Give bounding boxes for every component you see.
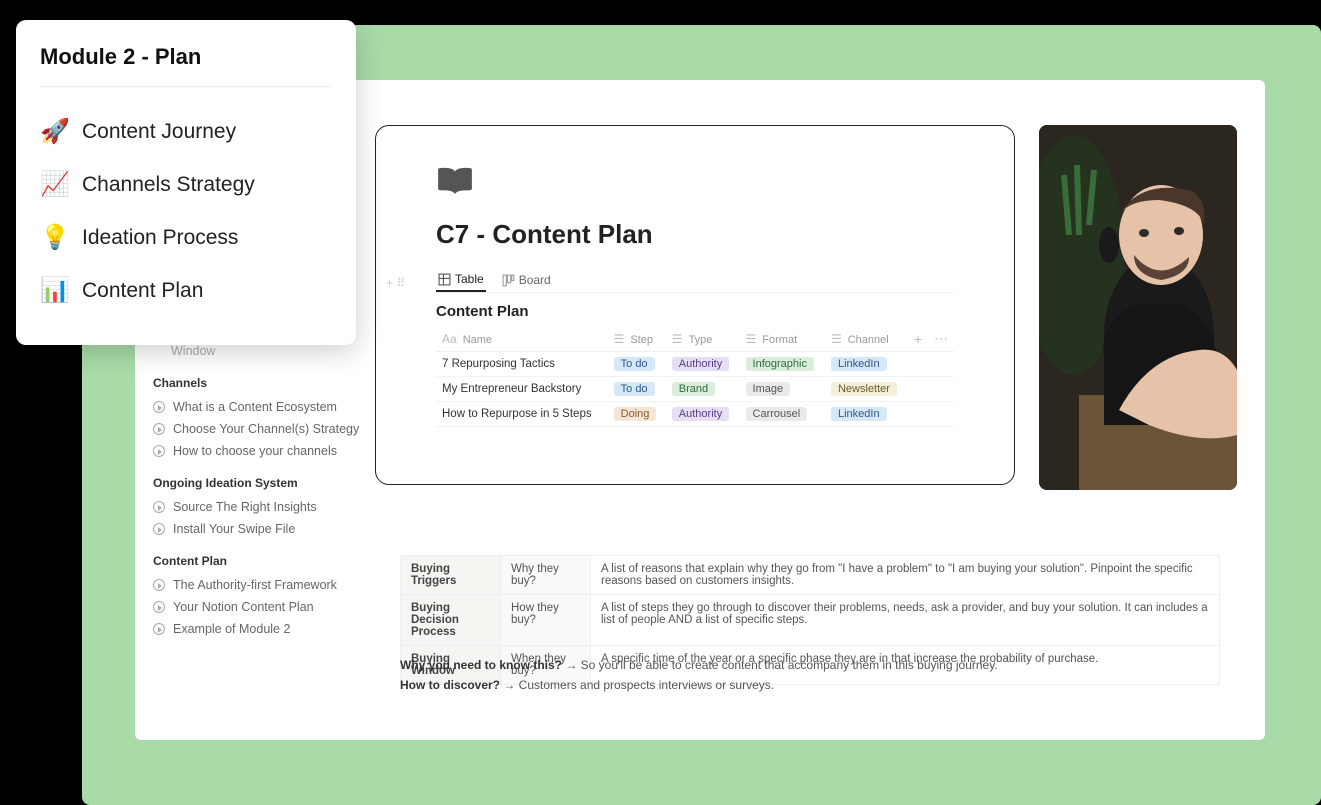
sidebar-item-label: Window [171, 344, 215, 358]
sidebar-item-label: The Authority-first Framework [173, 578, 337, 592]
popup-title: Module 2 - Plan [40, 44, 332, 87]
cell-name: 7 Repurposing Tactics [436, 352, 608, 377]
sidebar-item[interactable]: What is a Content Ecosystem [153, 396, 373, 418]
col-name[interactable]: AaName [436, 326, 608, 352]
info-desc: A list of steps they go through to disco… [591, 595, 1220, 646]
sidebar-group-title: Ongoing Ideation System [153, 476, 373, 490]
sidebar-item[interactable]: How to choose your channels [153, 440, 373, 462]
popup-item[interactable]: 💡 Ideation Process [40, 211, 332, 264]
sidebar-item-label: Example of Module 2 [173, 622, 290, 636]
tab-label: Board [519, 273, 551, 287]
add-column[interactable]: + [908, 326, 928, 352]
play-icon [153, 579, 165, 591]
add-block-handle[interactable]: + ⠿ [386, 276, 405, 290]
info-heading: Buying Triggers [401, 556, 501, 595]
module-popup: Module 2 - Plan 🚀 Content Journey 📈 Channel… [16, 20, 356, 345]
popup-item-icon: 🚀 [40, 117, 68, 146]
card-title: C7 - Content Plan [436, 219, 954, 250]
sidebar-item-label: Your Notion Content Plan [173, 600, 314, 614]
why-line-1: Why you need to know this? → So you'll b… [400, 658, 998, 672]
cell-type: Authority [666, 402, 740, 427]
play-icon [153, 423, 165, 435]
info-heading: Buying Decision Process [401, 595, 501, 646]
cell-format: Image [740, 377, 825, 402]
cell-type: Brand [666, 377, 740, 402]
sidebar-item[interactable]: The Authority-first Framework [153, 574, 373, 596]
book-icon [436, 166, 474, 196]
table-row[interactable]: 7 Repurposing Tactics To do Authority In… [436, 352, 954, 377]
popup-item-icon: 📈 [40, 170, 68, 199]
cell-format: Carrousel [740, 402, 825, 427]
tab-board[interactable]: Board [500, 268, 553, 292]
cell-step: Doing [608, 402, 666, 427]
sidebar-item-label: What is a Content Ecosystem [173, 400, 337, 414]
cell-channel: Newsletter [825, 377, 908, 402]
cell-channel: LinkedIn [825, 402, 908, 427]
cell-step: To do [608, 352, 666, 377]
sidebar-item-label: Source The Right Insights [173, 500, 317, 514]
sidebar-item[interactable]: Source The Right Insights [153, 496, 373, 518]
tab-label: Table [455, 272, 484, 286]
play-icon [153, 601, 165, 613]
sidebar-item[interactable]: Example of Module 2 [153, 618, 373, 640]
view-tabs: Table Board [436, 268, 954, 293]
table-icon [438, 273, 451, 286]
cell-format: Infographic [740, 352, 825, 377]
popup-item[interactable]: 🚀 Content Journey [40, 105, 332, 158]
content-plan-table: AaName ☰Step ☰Type ☰Format ☰Channel + ⋯ … [436, 326, 954, 427]
popup-item-label: Content Plan [82, 279, 203, 303]
play-icon [153, 401, 165, 413]
popup-item-icon: 💡 [40, 223, 68, 252]
info-desc: A list of reasons that explain why they … [591, 556, 1220, 595]
popup-item-label: Channels Strategy [82, 173, 255, 197]
popup-item[interactable]: 📊 Content Plan [40, 264, 332, 317]
play-icon [153, 523, 165, 535]
sidebar-item[interactable]: Your Notion Content Plan [153, 596, 373, 618]
plan-subtitle: Content Plan [436, 303, 954, 320]
popup-item[interactable]: 📈 Channels Strategy [40, 158, 332, 211]
sidebar-item-label: How to choose your channels [173, 444, 337, 458]
col-step[interactable]: ☰Step [608, 326, 666, 352]
board-icon [502, 274, 515, 287]
popup-item-label: Content Journey [82, 120, 236, 144]
why-line-2: How to discover? → Customers and prospec… [400, 678, 774, 692]
sidebar-item-label: Install Your Swipe File [173, 522, 295, 536]
presenter-illustration [1039, 125, 1237, 490]
video-thumbnail[interactable] [1039, 125, 1237, 490]
info-row: Buying Triggers Why they buy? A list of … [401, 556, 1220, 595]
play-icon [153, 623, 165, 635]
cell-channel: LinkedIn [825, 352, 908, 377]
play-icon [153, 501, 165, 513]
col-type[interactable]: ☰Type [666, 326, 740, 352]
sidebar-group-title: Content Plan [153, 554, 373, 568]
play-icon [153, 445, 165, 457]
table-row[interactable]: How to Repurpose in 5 Steps Doing Author… [436, 402, 954, 427]
sidebar-item[interactable]: Choose Your Channel(s) Strategy [153, 418, 373, 440]
table-row[interactable]: My Entrepreneur Backstory To do Brand Im… [436, 377, 954, 402]
sidebar-item-label: Choose Your Channel(s) Strategy [173, 422, 359, 436]
col-format[interactable]: ☰Format [740, 326, 825, 352]
info-row: Buying Decision Process How they buy? A … [401, 595, 1220, 646]
cell-name: How to Repurpose in 5 Steps [436, 402, 608, 427]
tab-table[interactable]: Table [436, 268, 486, 292]
cell-name: My Entrepreneur Backstory [436, 377, 608, 402]
popup-item-label: Ideation Process [82, 226, 238, 250]
sidebar-group-title: Channels [153, 376, 373, 390]
cell-type: Authority [666, 352, 740, 377]
popup-item-icon: 📊 [40, 276, 68, 305]
sidebar-item[interactable]: Install Your Swipe File [153, 518, 373, 540]
info-question: Why they buy? [501, 556, 591, 595]
info-question: How they buy? [501, 595, 591, 646]
content-plan-card: + ⠿ C7 - Content Plan Table Board Conten… [375, 125, 1015, 485]
col-channel[interactable]: ☰Channel [825, 326, 908, 352]
cell-step: To do [608, 377, 666, 402]
col-menu[interactable]: ⋯ [928, 326, 954, 352]
lesson-sidebar: Window Channels What is a Content Ecosyst… [153, 340, 373, 640]
